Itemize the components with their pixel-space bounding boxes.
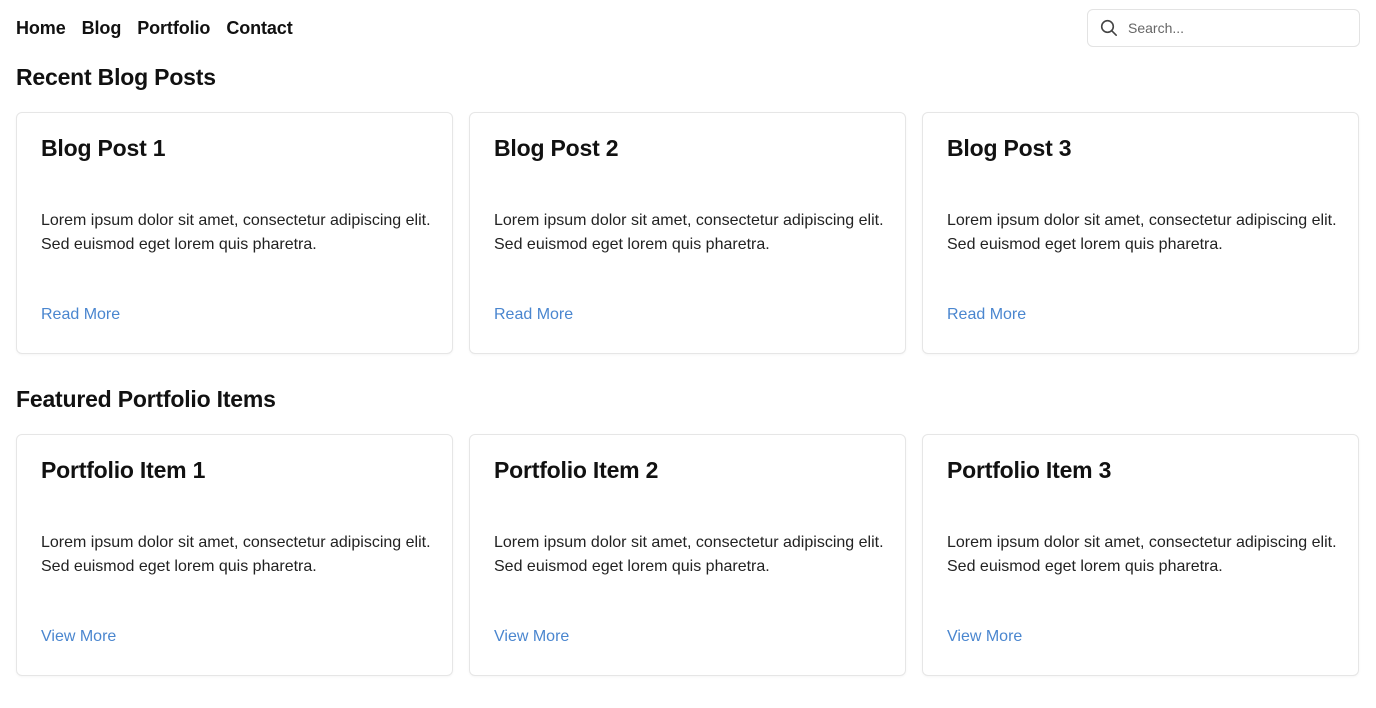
- nav-link-home[interactable]: Home: [16, 18, 66, 39]
- card-title: Blog Post 2: [494, 135, 619, 161]
- portfolio-card: Portfolio Item 2 Lorem ipsum dolor sit a…: [469, 434, 906, 676]
- view-more-link[interactable]: View More: [947, 628, 1022, 646]
- card-text: Lorem ipsum dolor sit amet, consectetur …: [947, 534, 1337, 575]
- card-title: Portfolio Item 1: [41, 457, 206, 483]
- search-icon: [1100, 19, 1118, 37]
- blog-card: Blog Post 3 Lorem ipsum dolor sit amet, …: [922, 112, 1359, 354]
- blog-card: Blog Post 2 Lorem ipsum dolor sit amet, …: [469, 112, 906, 354]
- read-more-link[interactable]: Read More: [947, 306, 1026, 324]
- blog-section-title: Recent Blog Posts: [16, 64, 216, 90]
- blog-card-row: Blog Post 1 Lorem ipsum dolor sit amet, …: [16, 112, 1360, 354]
- main-nav: Home Blog Portfolio Contact: [16, 8, 293, 48]
- card-text: Lorem ipsum dolor sit amet, consectetur …: [41, 534, 431, 575]
- portfolio-card: Portfolio Item 1 Lorem ipsum dolor sit a…: [16, 434, 453, 676]
- search-box[interactable]: [1087, 9, 1360, 47]
- search-input[interactable]: [1128, 20, 1328, 36]
- card-title: Blog Post 1: [41, 135, 166, 161]
- read-more-link[interactable]: Read More: [494, 306, 573, 324]
- view-more-link[interactable]: View More: [41, 628, 116, 646]
- top-bar: Home Blog Portfolio Contact: [16, 8, 1360, 48]
- card-text: Lorem ipsum dolor sit amet, consectetur …: [494, 212, 884, 253]
- blog-card: Blog Post 1 Lorem ipsum dolor sit amet, …: [16, 112, 453, 354]
- portfolio-card: Portfolio Item 3 Lorem ipsum dolor sit a…: [922, 434, 1359, 676]
- nav-link-blog[interactable]: Blog: [82, 18, 122, 39]
- read-more-link[interactable]: Read More: [41, 306, 120, 324]
- nav-link-contact[interactable]: Contact: [226, 18, 292, 39]
- card-text: Lorem ipsum dolor sit amet, consectetur …: [41, 212, 431, 253]
- portfolio-section-title: Featured Portfolio Items: [16, 386, 276, 412]
- card-title: Portfolio Item 3: [947, 457, 1112, 483]
- card-text: Lorem ipsum dolor sit amet, consectetur …: [947, 212, 1337, 253]
- card-text: Lorem ipsum dolor sit amet, consectetur …: [494, 534, 884, 575]
- card-title: Portfolio Item 2: [494, 457, 659, 483]
- nav-link-portfolio[interactable]: Portfolio: [137, 18, 210, 39]
- card-title: Blog Post 3: [947, 135, 1072, 161]
- view-more-link[interactable]: View More: [494, 628, 569, 646]
- portfolio-card-row: Portfolio Item 1 Lorem ipsum dolor sit a…: [16, 434, 1360, 676]
